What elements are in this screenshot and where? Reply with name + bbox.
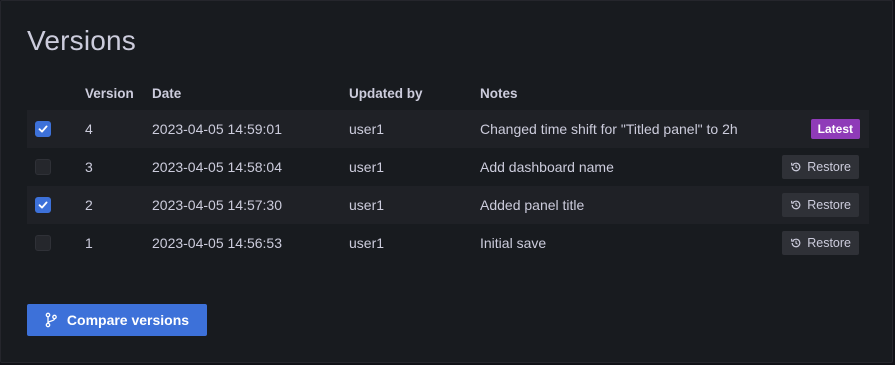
row-notes: Add dashboard name	[480, 159, 614, 175]
versions-panel: Versions Version Date Updated by Notes 4…	[0, 0, 893, 363]
restore-button-label: Restore	[807, 198, 851, 212]
row-checkbox-cell	[35, 224, 53, 262]
latest-badge: Latest	[810, 119, 860, 139]
row-action-cell: Restore	[782, 186, 859, 224]
row-notes: Added panel title	[480, 197, 585, 213]
restore-button[interactable]: Restore	[782, 155, 859, 179]
restore-button-label: Restore	[807, 236, 851, 250]
code-branch-icon	[45, 312, 57, 328]
history-icon	[790, 237, 802, 249]
row-checkbox[interactable]	[35, 159, 51, 175]
row-action-cell: Restore	[782, 224, 859, 262]
row-action-cell: Restore	[782, 148, 859, 186]
row-version: 1	[85, 235, 93, 251]
restore-button[interactable]: Restore	[782, 193, 859, 217]
row-updated-by: user1	[349, 235, 385, 251]
row-action-cell: Latest	[810, 110, 860, 148]
row-date: 2023-04-05 14:59:01	[152, 121, 282, 137]
column-header-version: Version	[85, 85, 134, 101]
row-checkbox-cell	[35, 148, 53, 186]
row-version: 4	[85, 121, 93, 137]
table-row: 3 2023-04-05 14:58:04 user1 Add dashboar…	[27, 148, 869, 186]
table-row: 4 2023-04-05 14:59:01 user1 Changed time…	[27, 110, 869, 148]
row-version: 2	[85, 197, 93, 213]
row-checkbox-cell	[35, 110, 53, 148]
row-date: 2023-04-05 14:57:30	[152, 197, 282, 213]
page-title: Versions	[27, 25, 136, 56]
row-version: 3	[85, 159, 93, 175]
column-header-date: Date	[152, 85, 182, 101]
table-row: 2 2023-04-05 14:57:30 user1 Added panel …	[27, 186, 869, 224]
history-icon	[790, 161, 802, 173]
row-date: 2023-04-05 14:56:53	[152, 235, 282, 251]
check-icon	[38, 125, 48, 133]
row-checkbox[interactable]	[35, 235, 51, 251]
row-updated-by: user1	[349, 121, 385, 137]
row-updated-by: user1	[349, 159, 385, 175]
row-checkbox-cell	[35, 186, 53, 224]
row-checkbox[interactable]	[35, 121, 51, 137]
compare-versions-button[interactable]: Compare versions	[27, 304, 207, 336]
table-header: Version Date Updated by Notes	[27, 76, 869, 110]
table-row: 1 2023-04-05 14:56:53 user1 Initial save…	[27, 224, 869, 262]
row-date: 2023-04-05 14:58:04	[152, 159, 282, 175]
restore-button-label: Restore	[807, 160, 851, 174]
row-notes: Initial save	[480, 235, 547, 251]
versions-table: Version Date Updated by Notes 4 2023-04-…	[27, 76, 869, 262]
row-checkbox[interactable]	[35, 197, 51, 213]
history-icon	[790, 199, 802, 211]
row-notes: Changed time shift for "Titled panel" to…	[480, 121, 738, 137]
restore-button[interactable]: Restore	[782, 231, 859, 255]
column-header-notes: Notes	[480, 85, 518, 101]
row-updated-by: user1	[349, 197, 385, 213]
check-icon	[38, 201, 48, 209]
column-header-updated-by: Updated by	[349, 85, 423, 101]
compare-versions-label: Compare versions	[66, 312, 190, 328]
